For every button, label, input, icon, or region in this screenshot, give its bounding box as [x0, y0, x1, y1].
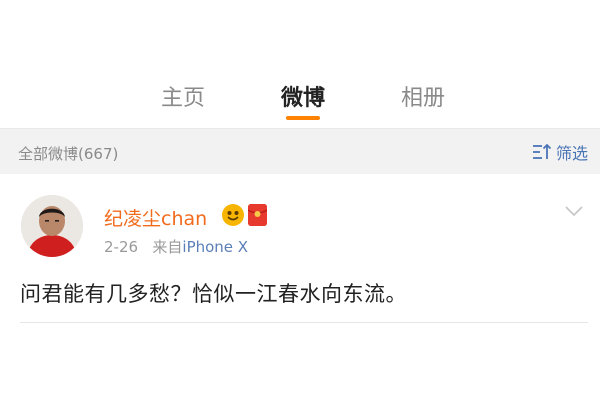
profile-tabs: 主页 微博 相册	[0, 0, 600, 125]
tab-home[interactable]: 主页	[123, 80, 243, 112]
post-source[interactable]: iPhone X	[182, 238, 248, 256]
post-meta: 2-26 来自iPhone X	[104, 236, 248, 257]
emoji-badge-icon	[222, 204, 244, 226]
username[interactable]: 纪凌尘chan	[104, 204, 207, 231]
tab-weibo[interactable]: 微博	[243, 80, 363, 112]
post-date: 2-26	[104, 238, 139, 256]
avatar[interactable]	[21, 195, 83, 257]
red-envelope-icon	[247, 204, 268, 226]
filter-button[interactable]: 筛选	[532, 141, 588, 163]
filter-bar: 全部微博(667) 筛选	[0, 128, 600, 174]
weibo-post[interactable]: 纪凌尘chan 2-26 来自iPhone X 问君能有几多愁？恰似一江春水向东…	[0, 174, 600, 400]
filter-label: 筛选	[555, 144, 588, 163]
divider	[20, 322, 588, 323]
filter-icon	[532, 143, 552, 161]
post-count-label: 全部微博(667)	[18, 145, 119, 163]
active-tab-indicator	[286, 116, 320, 120]
source-prefix: 来自	[152, 238, 183, 256]
post-text: 问君能有几多愁？恰似一江春水向东流。	[20, 282, 407, 306]
chevron-down-icon[interactable]	[564, 202, 584, 221]
tab-album[interactable]: 相册	[363, 80, 483, 112]
user-badges	[222, 204, 268, 226]
